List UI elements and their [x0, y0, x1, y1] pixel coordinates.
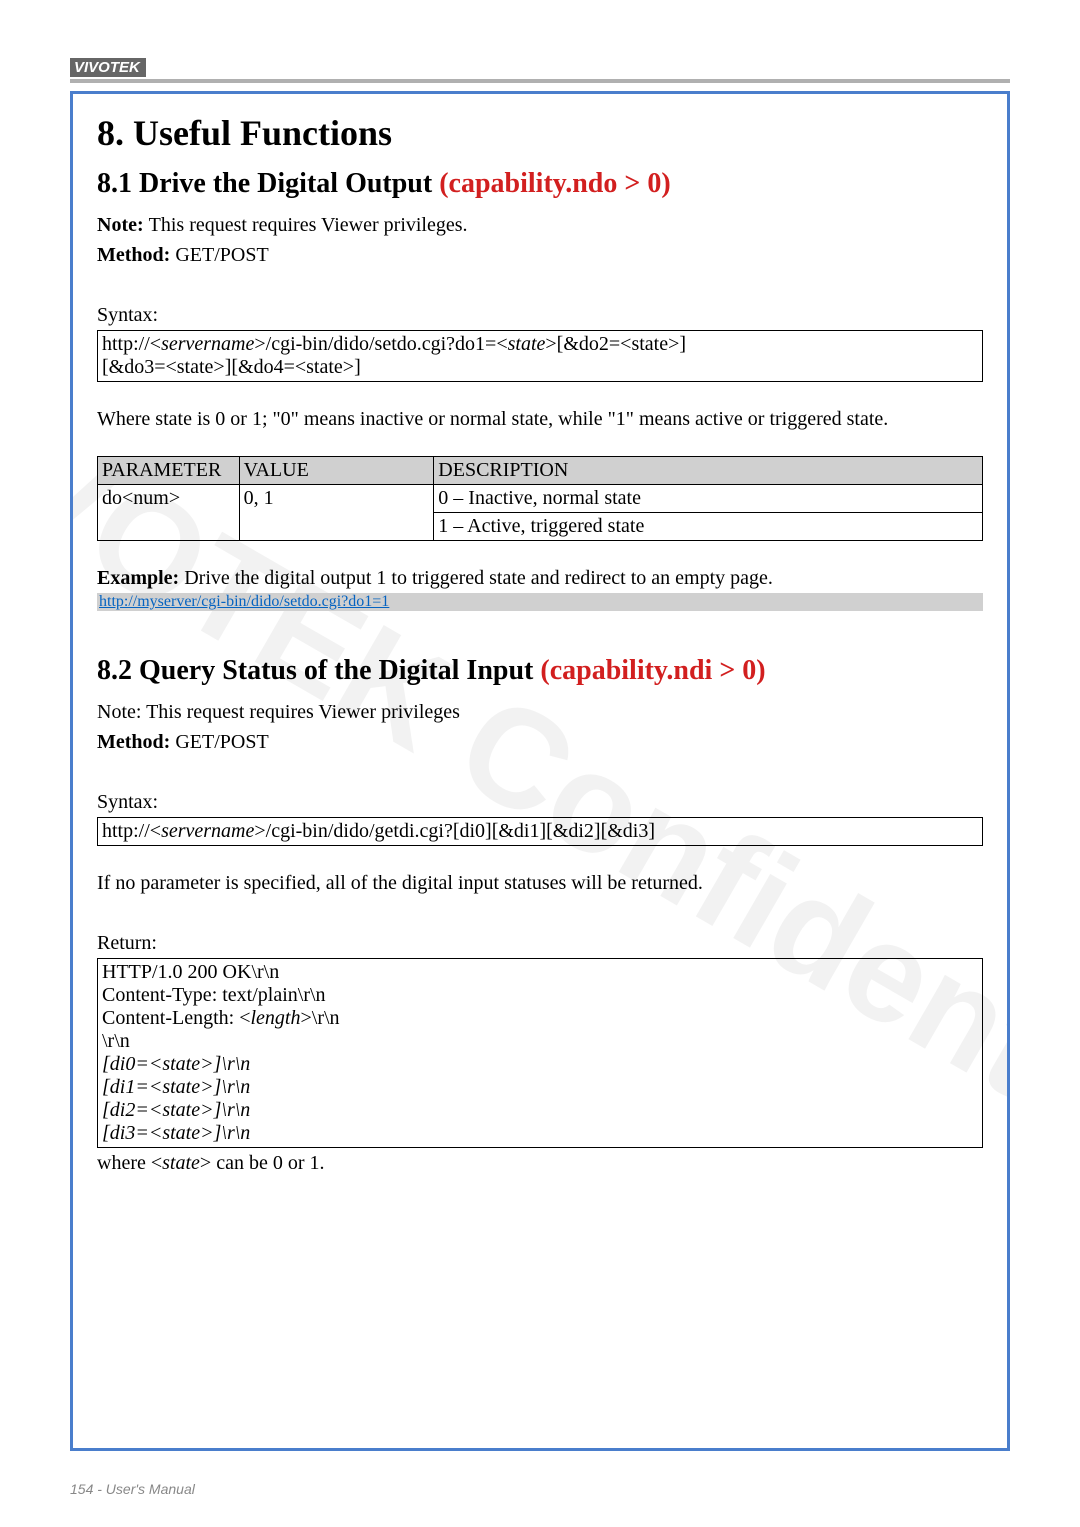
ret-l6: [di1=<state>]\r\n — [102, 1076, 250, 1098]
example-line: Example: Drive the digital output 1 to t… — [97, 563, 983, 593]
heading-8-1-main: 8.1 Drive the Digital Output — [97, 168, 439, 199]
footer-page: 154 - User's Manual — [70, 1481, 195, 1497]
th-desc: DESCRIPTION — [434, 457, 983, 485]
syntax2-pre: http://< — [102, 820, 161, 842]
syntax2-post: >/cgi-bin/dido/getdi.cgi?[di0][&di1][&di… — [254, 820, 655, 842]
ret-l5: [di0=<state>]\r\n — [102, 1053, 250, 1075]
return-label: Return: — [97, 928, 983, 958]
brand-logo: VIVOTEK — [70, 58, 146, 77]
td-desc2: 1 – Active, triggered state — [434, 513, 983, 541]
return-box: HTTP/1.0 200 OK\r\n Content-Type: text/p… — [97, 958, 983, 1148]
method2-label: Method: — [97, 731, 175, 753]
ret-l3c: >\r\n — [300, 1007, 339, 1029]
heading-8-2: 8.2 Query Status of the Digital Input (c… — [97, 655, 983, 687]
td-desc1: 0 – Inactive, normal state — [434, 485, 983, 513]
syntax1-mid2: >[&do2=<state>] — [545, 333, 686, 355]
where-c: > can be 0 or 1. — [200, 1152, 325, 1174]
syntax1-srv: servername — [161, 333, 254, 355]
sec2-method: Method: GET/POST — [97, 727, 983, 757]
note-text: This request requires Viewer privileges. — [149, 214, 468, 236]
noparam-text: If no parameter is specified, all of the… — [97, 868, 983, 898]
syntax1-line2: [&do3=<state>][&do4=<state>] — [102, 356, 361, 378]
ret-l3a: Content-Length: < — [102, 1007, 250, 1029]
note-label: Note: — [97, 214, 149, 236]
ret-l8: [di3=<state>]\r\n — [102, 1122, 250, 1144]
heading-8-1-cap: (capability.ndo > 0) — [439, 168, 670, 199]
th-param: PARAMETER — [98, 457, 240, 485]
where-line: where <state> can be 0 or 1. — [97, 1148, 983, 1178]
ret-l3b: length — [250, 1007, 300, 1029]
syntax-label-2: Syntax: — [97, 787, 983, 817]
heading-1: 8. Useful Functions — [97, 112, 983, 154]
th-value: VALUE — [239, 457, 434, 485]
where-b: state — [162, 1152, 200, 1174]
syntax-box-1: http://<servername>/cgi-bin/dido/setdo.c… — [97, 330, 983, 382]
heading-8-1: 8.1 Drive the Digital Output (capability… — [97, 168, 983, 200]
heading-8-2-main: 8.2 Query Status of the Digital Input — [97, 655, 540, 686]
example-text: Drive the digital output 1 to triggered … — [184, 567, 773, 589]
main-frame: VIVOTEK Confidential 8. Useful Functions… — [70, 91, 1010, 1451]
example-label: Example: — [97, 567, 184, 589]
ret-l7: [di2=<state>]\r\n — [102, 1099, 250, 1121]
sec1-method: Method: GET/POST — [97, 240, 983, 270]
sec1-note: Note: This request requires Viewer privi… — [97, 210, 983, 240]
ret-l4: \r\n — [102, 1030, 130, 1052]
params-table: PARAMETER VALUE DESCRIPTION do<num> 0, 1… — [97, 456, 983, 541]
header-bar: VIVOTEK — [70, 58, 1010, 83]
syntax-label-1: Syntax: — [97, 300, 983, 330]
where-a: where < — [97, 1152, 162, 1174]
td-value: 0, 1 — [239, 485, 434, 541]
ret-l2: Content-Type: text/plain\r\n — [102, 984, 326, 1006]
method2-value: GET/POST — [175, 731, 268, 753]
syntax-box-2: http://<servername>/cgi-bin/dido/getdi.c… — [97, 817, 983, 846]
td-param: do<num> — [98, 485, 240, 541]
method-label: Method: — [97, 244, 175, 266]
method-value: GET/POST — [175, 244, 268, 266]
syntax1-state: state — [508, 333, 546, 355]
syntax2-srv: servername — [161, 820, 254, 842]
ret-l1: HTTP/1.0 200 OK\r\n — [102, 961, 279, 983]
example-link[interactable]: http://myserver/cgi-bin/dido/setdo.cgi?d… — [97, 593, 983, 611]
state-explain: Where state is 0 or 1; "0" means inactiv… — [97, 404, 983, 434]
syntax1-mid1: >/cgi-bin/dido/setdo.cgi?do1=< — [254, 333, 507, 355]
heading-8-2-cap: (capability.ndi > 0) — [540, 655, 765, 686]
content: 8. Useful Functions 8.1 Drive the Digita… — [97, 112, 983, 1178]
syntax1-pre: http://< — [102, 333, 161, 355]
sec2-note: Note: This request requires Viewer privi… — [97, 697, 983, 727]
